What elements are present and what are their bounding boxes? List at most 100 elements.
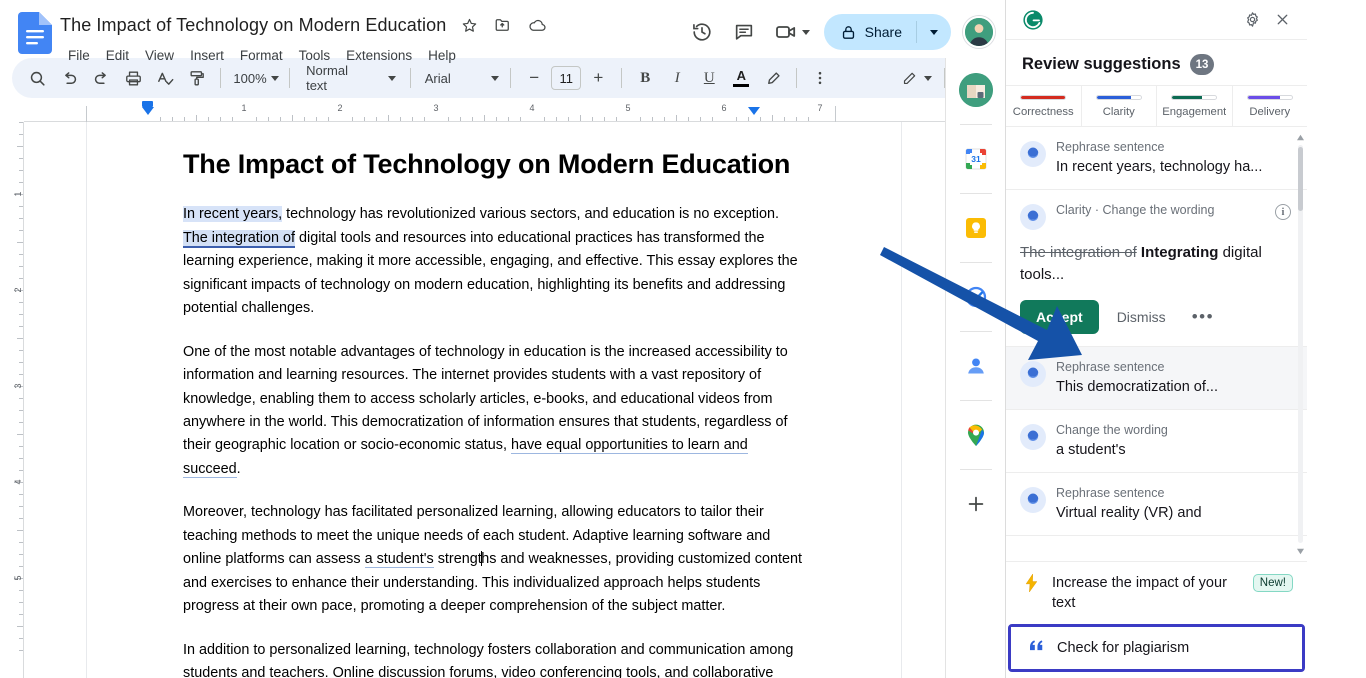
lightning-bolt-icon <box>1022 574 1040 592</box>
suggestion-highlight-span[interactable]: a student's <box>364 551 434 569</box>
google-calendar-icon[interactable]: 31 <box>956 139 996 179</box>
cloud-saved-icon[interactable] <box>526 14 548 36</box>
close-icon[interactable] <box>1269 7 1295 33</box>
user-avatar-icon <box>958 73 993 107</box>
underline-button[interactable]: U <box>694 63 724 93</box>
ruler-tick <box>700 117 701 121</box>
suggestion-card[interactable]: Rephrase sentence Virtual reality (VR) an… <box>1006 473 1307 537</box>
get-add-ons-plus-icon[interactable] <box>956 484 996 524</box>
share-button[interactable]: Share <box>823 14 951 50</box>
grammarly-bottom-actions: Increase the impact of your text New! Ch… <box>1006 561 1307 678</box>
check-plagiarism-action[interactable]: Check for plagiarism <box>1011 627 1302 669</box>
menu-file[interactable]: File <box>60 46 98 65</box>
google-docs-window: The Impact of Technology on Modern Educa… <box>0 0 1005 678</box>
version-history-icon[interactable] <box>682 12 722 52</box>
search-icon[interactable] <box>22 63 52 93</box>
more-vertical-icon[interactable] <box>805 63 835 93</box>
more-options-button[interactable]: ••• <box>1184 302 1222 331</box>
google-maps-icon[interactable] <box>956 415 996 455</box>
left-indent-marker[interactable] <box>142 107 154 115</box>
gear-icon[interactable] <box>1239 7 1265 33</box>
meet-button[interactable] <box>766 12 814 52</box>
increase-impact-action[interactable]: Increase the impact of your text New! <box>1006 562 1307 624</box>
category-tab-delivery[interactable]: Delivery <box>1233 86 1308 126</box>
page-title[interactable]: The Impact of Technology on Modern Educa… <box>60 15 446 36</box>
font-family-selector[interactable]: Arial <box>419 63 502 93</box>
paint-format-icon[interactable] <box>182 63 212 93</box>
chevron-down-icon[interactable] <box>801 29 810 35</box>
suggestion-highlight-span[interactable]: The integration of <box>183 229 295 248</box>
menu-tools[interactable]: Tools <box>291 46 339 65</box>
google-contacts-icon[interactable] <box>956 346 996 386</box>
ruler-tick <box>196 115 197 121</box>
suggestion-card-texts: Rephrase sentence In recent years, techno… <box>1056 139 1291 177</box>
paragraph-text-span: . <box>236 460 241 477</box>
info-icon[interactable]: i <box>1275 204 1291 221</box>
suggestion-card[interactable]: Rephrase sentence In recent years, techno… <box>1006 127 1307 191</box>
toolbar-divider <box>796 68 798 88</box>
ruler-tick <box>19 182 23 183</box>
category-tab-engagement[interactable]: Engagement <box>1157 86 1233 126</box>
category-tab-clarity[interactable]: Clarity <box>1082 86 1157 126</box>
google-tasks-icon[interactable] <box>956 277 996 317</box>
undo-icon[interactable] <box>54 63 84 93</box>
spellcheck-icon[interactable] <box>150 63 180 93</box>
suggestion-list: Rephrase sentence In recent years, techno… <box>1006 127 1307 561</box>
suggestion-card[interactable]: Rephrase sentence This democratization of… <box>1006 346 1307 410</box>
google-docs-icon[interactable] <box>18 12 54 56</box>
suggestion-highlight-span[interactable]: In recent years, <box>183 206 283 223</box>
scroll-down-arrow-icon[interactable] <box>1297 547 1304 555</box>
increase-font-size-button[interactable]: + <box>583 63 613 93</box>
plagiarism-highlight-box: Check for plagiarism <box>1008 624 1305 672</box>
menu-edit[interactable]: Edit <box>98 46 137 65</box>
menu-extensions[interactable]: Extensions <box>338 46 420 65</box>
move-to-folder-icon[interactable] <box>492 14 514 36</box>
star-icon[interactable] <box>458 14 480 36</box>
horizontal-ruler[interactable]: 1 2 3 4 5 6 7 <box>24 101 1005 122</box>
comment-icon[interactable] <box>724 12 764 52</box>
menu-format[interactable]: Format <box>232 46 291 65</box>
suggestion-card-texts: Change the wording a student's <box>1056 422 1291 460</box>
editing-mode-selector[interactable] <box>897 63 936 93</box>
redo-icon[interactable] <box>86 63 116 93</box>
video-camera-icon[interactable] <box>766 12 806 52</box>
font-size-input[interactable]: 11 <box>551 66 582 90</box>
share-chevron-down-icon[interactable] <box>917 14 951 50</box>
ruler-tick <box>19 554 23 555</box>
new-badge: New! <box>1252 574 1293 592</box>
google-keep-icon[interactable] <box>956 208 996 248</box>
ruler-tick <box>19 470 23 471</box>
accept-button[interactable]: Accept <box>1020 299 1099 334</box>
category-progress-fill <box>1021 96 1066 99</box>
scroll-up-arrow-icon[interactable] <box>1297 133 1304 141</box>
highlight-pen-icon[interactable] <box>758 63 788 93</box>
account-avatar[interactable] <box>963 16 995 48</box>
original-text: The integration of <box>1020 244 1137 262</box>
ruler-tick <box>19 458 23 459</box>
category-tab-correctness[interactable]: Correctness <box>1006 86 1082 126</box>
grammarly-logo-icon[interactable] <box>1022 9 1044 31</box>
ruler-tick <box>220 117 221 121</box>
menu-view[interactable]: View <box>137 46 182 65</box>
zoom-selector[interactable]: 100% <box>229 63 281 93</box>
menu-help[interactable]: Help <box>420 46 464 65</box>
vertical-ruler[interactable]: 1 2 3 4 5 <box>0 122 24 678</box>
italic-button[interactable]: I <box>662 63 692 93</box>
scrollbar-thumb[interactable] <box>1298 147 1303 211</box>
menu-insert[interactable]: Insert <box>182 46 232 65</box>
suggestion-card[interactable]: Change the wording a student's <box>1006 409 1307 474</box>
text-color-button[interactable]: A <box>726 63 756 93</box>
bold-button[interactable]: B <box>630 63 660 93</box>
toolbar-divider <box>289 68 291 88</box>
dismiss-button[interactable]: Dismiss <box>1105 300 1178 334</box>
ruler-tick <box>17 530 23 531</box>
rail-account-avatar[interactable] <box>956 70 996 110</box>
ruler-tick <box>17 434 23 435</box>
decrease-font-size-button[interactable]: − <box>519 63 549 93</box>
print-icon[interactable] <box>118 63 148 93</box>
right-indent-marker[interactable] <box>748 107 760 115</box>
suggestions-scrollbar[interactable] <box>1297 134 1304 554</box>
paragraph-style-selector[interactable]: Normal text <box>298 63 402 93</box>
ruler-tick <box>19 638 23 639</box>
document-page[interactable]: The Impact of Technology on Modern Educa… <box>86 122 902 678</box>
